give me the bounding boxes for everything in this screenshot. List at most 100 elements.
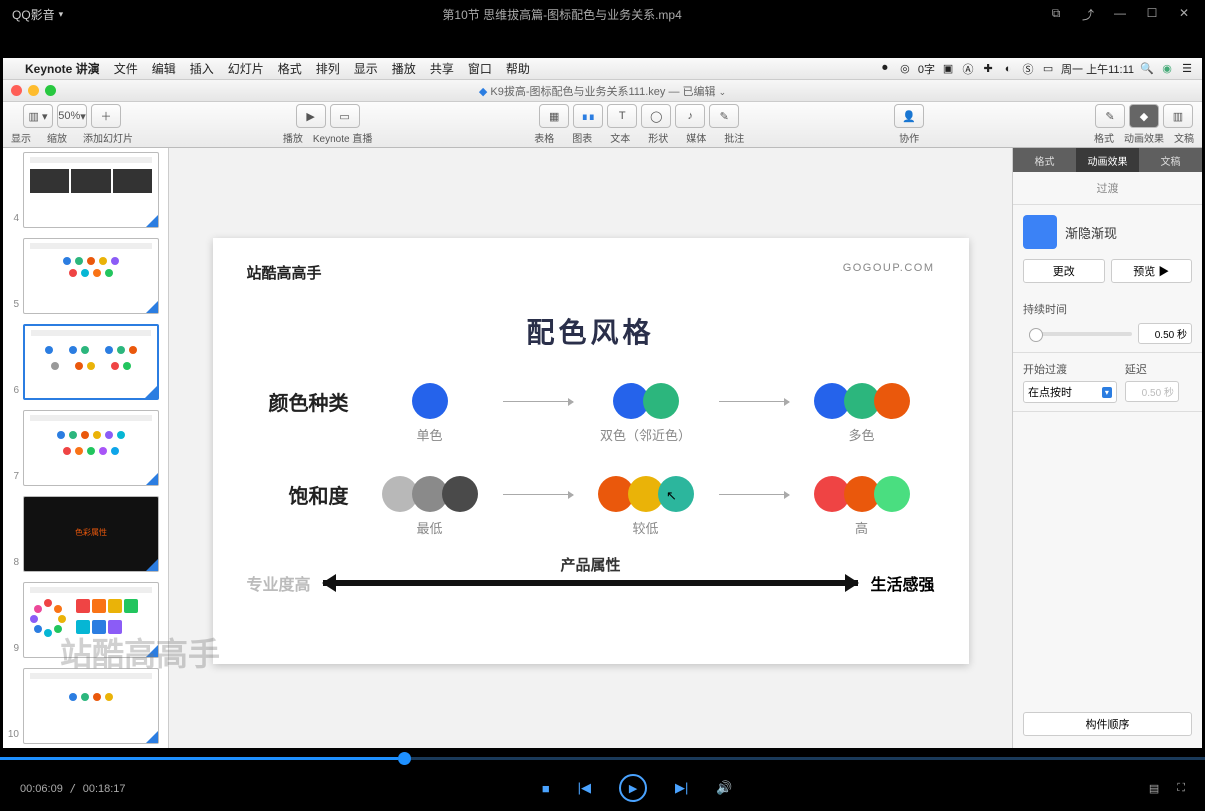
menu-file[interactable]: 文件 xyxy=(114,60,138,77)
next-button[interactable]: ▶| xyxy=(675,780,688,796)
change-effect-button[interactable]: 更改 xyxy=(1023,259,1105,283)
add-slide-label: 添加幻灯片 xyxy=(83,130,133,145)
play-pause-button[interactable]: ▶ xyxy=(619,774,647,802)
stop-button[interactable]: ■ xyxy=(542,781,550,796)
zoom-window-icon[interactable] xyxy=(45,85,56,96)
qq-titlebar: QQ影音 ▾ 第10节 思维拔高篇-图标配色与业务关系.mp4 ⧉ ⤴ — ☐ … xyxy=(0,0,1205,28)
progress-bar[interactable] xyxy=(0,751,1205,765)
live-button[interactable]: ▭ xyxy=(330,104,360,128)
traffic-lights xyxy=(3,85,83,96)
menu-edit[interactable]: 编辑 xyxy=(152,60,176,77)
build-order-button[interactable]: 构件顺序 xyxy=(1023,712,1192,736)
progress-handle[interactable] xyxy=(398,752,411,765)
color-types-row: 颜色种类 xyxy=(247,383,935,419)
qq-app-menu[interactable]: QQ影音 ▾ xyxy=(0,6,75,23)
qq-app-name: QQ影音 xyxy=(12,6,55,23)
control-center-icon[interactable]: ☰ xyxy=(1180,62,1194,76)
slide-thumb-9[interactable] xyxy=(23,582,159,658)
pin-icon[interactable]: ⤴ xyxy=(1081,6,1095,23)
arrow-icon xyxy=(719,494,789,495)
video-viewport: Keynote 讲演 文件 编辑 插入 幻灯片 格式 排列 显示 播放 共享 窗… xyxy=(0,28,1205,755)
fullscreen-icon[interactable]: ⛶ xyxy=(1177,782,1185,795)
shape-button[interactable]: ◯ xyxy=(641,104,671,128)
close-window-icon[interactable] xyxy=(11,85,22,96)
menu-view[interactable]: 显示 xyxy=(354,60,378,77)
animate-tab-button[interactable]: ◆ xyxy=(1129,104,1159,128)
keynote-window: ◆ K9拔高-图标配色与业务关系111.key — 已编辑 ⌄ ▥ ▾ 50% … xyxy=(3,80,1202,748)
start-select[interactable]: 在点按时▾ xyxy=(1023,381,1117,403)
document-title[interactable]: ◆ K9拔高-图标配色与业务关系111.key — 已编辑 ⌄ xyxy=(83,83,1122,99)
preview-effect-button[interactable]: 预览 ▶ xyxy=(1111,259,1193,283)
view-label: 显示 xyxy=(11,130,31,145)
status-icon-2[interactable]: Ⓐ xyxy=(961,62,975,76)
time-display: 00:06:09 / 00:18:17 xyxy=(20,782,126,795)
slide-thumb-5[interactable] xyxy=(23,238,159,314)
maximize-icon[interactable]: ☐ xyxy=(1145,6,1159,23)
slide-url: GOGOUP.COM xyxy=(843,262,935,274)
media-button[interactable]: ♪ xyxy=(675,104,705,128)
menu-help[interactable]: 帮助 xyxy=(506,60,530,77)
slide-thumb-8[interactable]: 色彩属性 xyxy=(23,496,159,572)
close-icon[interactable]: ✕ xyxy=(1177,6,1191,23)
minimize-window-icon[interactable] xyxy=(28,85,39,96)
status-icon-3[interactable]: ✚ xyxy=(981,62,995,76)
cursor-icon: ↖ xyxy=(666,488,677,504)
slide-thumb-4[interactable] xyxy=(23,152,159,228)
slide-brand: 站酷高高手 xyxy=(247,262,935,283)
slide-canvas[interactable]: 站酷高高手 GOGOUP.COM 配色风格 颜色种类 单色 xyxy=(169,148,1012,748)
zoom-button[interactable]: 50% ▾ xyxy=(57,104,87,128)
chart-button[interactable]: ∎∎ xyxy=(573,104,603,128)
axis-title: 产品属性 xyxy=(323,554,859,575)
mac-app-name[interactable]: Keynote 讲演 xyxy=(25,60,100,77)
status-icon-4[interactable]: ◐ xyxy=(1001,62,1015,76)
battery-icon[interactable]: ▭ xyxy=(1041,62,1055,76)
menu-slide[interactable]: 幻灯片 xyxy=(228,60,264,77)
menu-arrange[interactable]: 排列 xyxy=(316,60,340,77)
play-button[interactable]: ▶ xyxy=(296,104,326,128)
duration-slider[interactable] xyxy=(1029,332,1132,336)
record-icon[interactable]: ⏺ xyxy=(878,62,892,76)
collab-button[interactable]: 👤 xyxy=(894,104,924,128)
document-tab-button[interactable]: ▥ xyxy=(1163,104,1193,128)
menu-insert[interactable]: 插入 xyxy=(190,60,214,77)
text-button[interactable]: T xyxy=(607,104,637,128)
qq-file-title: 第10节 思维拔高篇-图标配色与业务关系.mp4 xyxy=(75,6,1049,23)
spotlight-icon[interactable]: 🔍 xyxy=(1140,62,1154,76)
slide-thumb-6[interactable] xyxy=(23,324,159,400)
saturation-row: 饱和度 ↖ xyxy=(247,476,935,512)
slide-thumb-7[interactable] xyxy=(23,410,159,486)
arrow-icon xyxy=(503,401,573,402)
delay-input[interactable]: 0.50 秒 xyxy=(1125,381,1179,402)
mac-screen: Keynote 讲演 文件 编辑 插入 幻灯片 格式 排列 显示 播放 共享 窗… xyxy=(3,58,1202,748)
volume-button[interactable]: 🔊 xyxy=(716,780,732,796)
collab-label: 协作 xyxy=(899,130,919,145)
start-label: 开始过渡 xyxy=(1023,361,1117,377)
menu-play[interactable]: 播放 xyxy=(392,60,416,77)
pip-icon[interactable]: ⧉ xyxy=(1049,6,1063,23)
keynote-titlebar: ◆ K9拔高-图标配色与业务关系111.key — 已编辑 ⌄ xyxy=(3,80,1202,102)
add-slide-button[interactable]: ＋ xyxy=(91,104,121,128)
view-button[interactable]: ▥ ▾ xyxy=(23,104,53,128)
status-icon-1[interactable]: ▣ xyxy=(941,62,955,76)
siri-icon[interactable]: ◉ xyxy=(1160,62,1174,76)
format-tab-button[interactable]: ✎ xyxy=(1095,104,1125,128)
slide-navigator[interactable]: 4 5 6 7 8色彩属性 9 10 xyxy=(3,148,169,748)
table-button[interactable]: ▦ xyxy=(539,104,569,128)
menu-window[interactable]: 窗口 xyxy=(468,60,492,77)
clock[interactable]: 周一 上午11:11 xyxy=(1061,61,1134,77)
slide-thumb-10[interactable] xyxy=(23,668,159,744)
inspector-tab-document[interactable]: 文稿 xyxy=(1139,148,1202,172)
duration-input[interactable]: 0.50 秒 xyxy=(1138,323,1192,344)
status-icon-5[interactable]: Ⓢ xyxy=(1021,62,1035,76)
arrow-icon xyxy=(503,494,573,495)
inspector-tab-format[interactable]: 格式 xyxy=(1013,148,1076,172)
menu-format[interactable]: 格式 xyxy=(278,60,302,77)
inspector-tab-animate[interactable]: 动画效果 xyxy=(1076,148,1139,172)
prev-button[interactable]: |◀ xyxy=(578,780,591,796)
minimize-icon[interactable]: — xyxy=(1113,6,1127,23)
qq-window-buttons: ⧉ ⤴ — ☐ ✕ xyxy=(1049,6,1205,23)
comment-button[interactable]: ✎ xyxy=(709,104,739,128)
playlist-icon[interactable]: ▤ xyxy=(1149,782,1159,795)
menu-share[interactable]: 共享 xyxy=(430,60,454,77)
cc-icon[interactable]: ◎ xyxy=(898,62,912,76)
